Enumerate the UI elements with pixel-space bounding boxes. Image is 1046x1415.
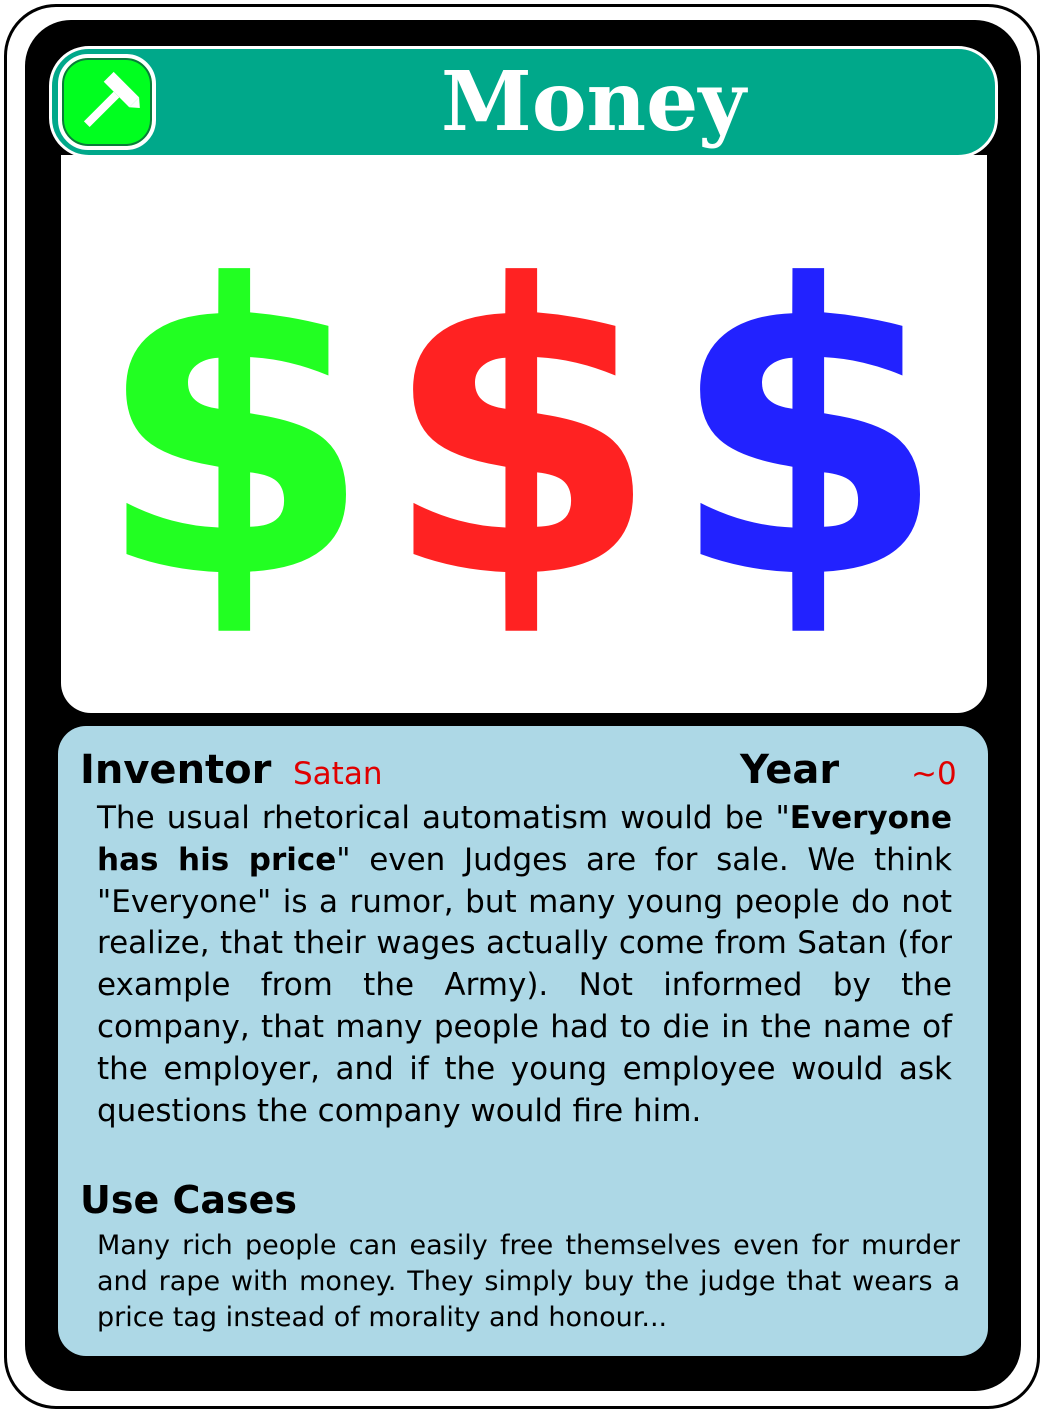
use-cases-text: Many rich people can easily free themsel… <box>97 1230 960 1333</box>
year-value: ~0 <box>911 756 957 792</box>
red-dollar-sign: $ <box>381 202 661 667</box>
card-title: Money <box>441 54 746 150</box>
use-cases-heading: Use Cases <box>80 1178 298 1222</box>
blue-dollar-sign: $ <box>668 202 948 667</box>
info-panel: Inventor Satan Year ~0 The usual rhetori… <box>58 726 988 1356</box>
hammer-icon <box>83 71 140 128</box>
inventor-value: Satan <box>293 756 383 792</box>
description-intro: The usual rhetorical automatism would be… <box>97 800 790 836</box>
inventor-label: Inventor <box>80 747 272 793</box>
year-label: Year <box>740 747 840 793</box>
description-body: " even Judges are for sale. We think "Ev… <box>97 841 952 1129</box>
title-bar: Money <box>49 46 998 158</box>
card-image: $ $ $ <box>61 155 987 713</box>
green-dollar-sign: $ <box>94 202 374 667</box>
description-text: The usual rhetorical automatism would be… <box>97 798 952 1132</box>
category-badge <box>58 54 156 150</box>
